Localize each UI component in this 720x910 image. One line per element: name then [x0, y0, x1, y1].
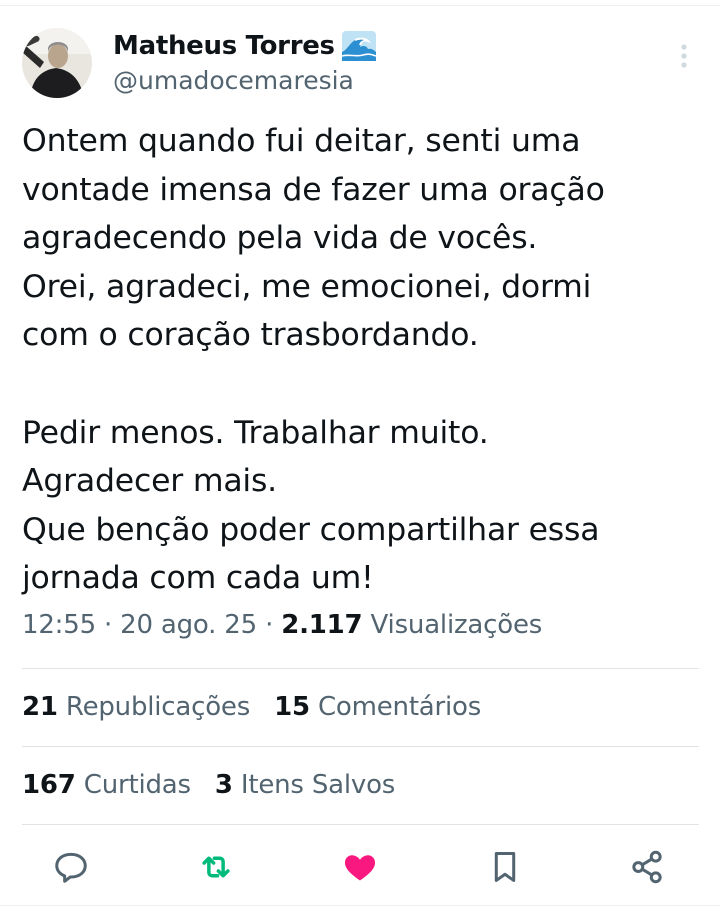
likes-count: 167	[22, 770, 76, 800]
meta-separator: ·	[95, 610, 121, 640]
avatar[interactable]	[22, 28, 92, 98]
views-label[interactable]: Visualizações	[371, 610, 543, 640]
likes-label: Curtidas	[83, 770, 191, 800]
author-handle[interactable]: @umadocemaresia	[113, 66, 354, 95]
stats-row-1: 21 Republicações 15 Comentários	[22, 692, 481, 722]
stats-row-2: 167 Curtidas 3 Itens Salvos	[22, 770, 395, 800]
tweet-text: Ontem quando fui deitar, senti uma vonta…	[22, 123, 605, 597]
top-border	[0, 5, 720, 6]
comments-count: 15	[274, 692, 310, 722]
views-count: 2.117	[281, 610, 363, 640]
comments-label: Comentários	[317, 692, 482, 722]
author-name[interactable]: Matheus Torres	[113, 31, 335, 61]
author-name-row: Matheus Torres	[113, 28, 377, 64]
heart-icon[interactable]	[336, 843, 384, 891]
bookmark-icon[interactable]	[481, 843, 529, 891]
saves-stat[interactable]: 3 Itens Salvos	[215, 770, 395, 800]
divider	[22, 668, 699, 669]
repost-icon[interactable]	[192, 843, 240, 891]
tweet-meta: 12:55 · 20 ago. 25 · 2.117 Visualizações	[22, 610, 542, 640]
share-icon[interactable]	[623, 843, 671, 891]
saves-label: Itens Salvos	[240, 770, 396, 800]
divider	[22, 824, 699, 825]
comments-stat[interactable]: 15 Comentários	[274, 692, 481, 722]
meta-separator: ·	[257, 610, 282, 640]
reposts-label: Republicações	[65, 692, 251, 722]
bottom-border	[0, 905, 720, 906]
tweet-time[interactable]: 12:55	[22, 610, 96, 640]
divider	[22, 746, 699, 747]
reposts-stat[interactable]: 21 Republicações	[22, 692, 250, 722]
action-bar	[0, 843, 720, 891]
likes-stat[interactable]: 167 Curtidas	[22, 770, 191, 800]
water-wave-icon	[341, 30, 377, 62]
more-options-icon[interactable]	[674, 42, 694, 70]
reply-icon[interactable]	[47, 843, 95, 891]
reposts-count: 21	[22, 692, 58, 722]
tweet-date[interactable]: 20 ago. 25	[120, 610, 257, 640]
saves-count: 3	[214, 770, 233, 800]
